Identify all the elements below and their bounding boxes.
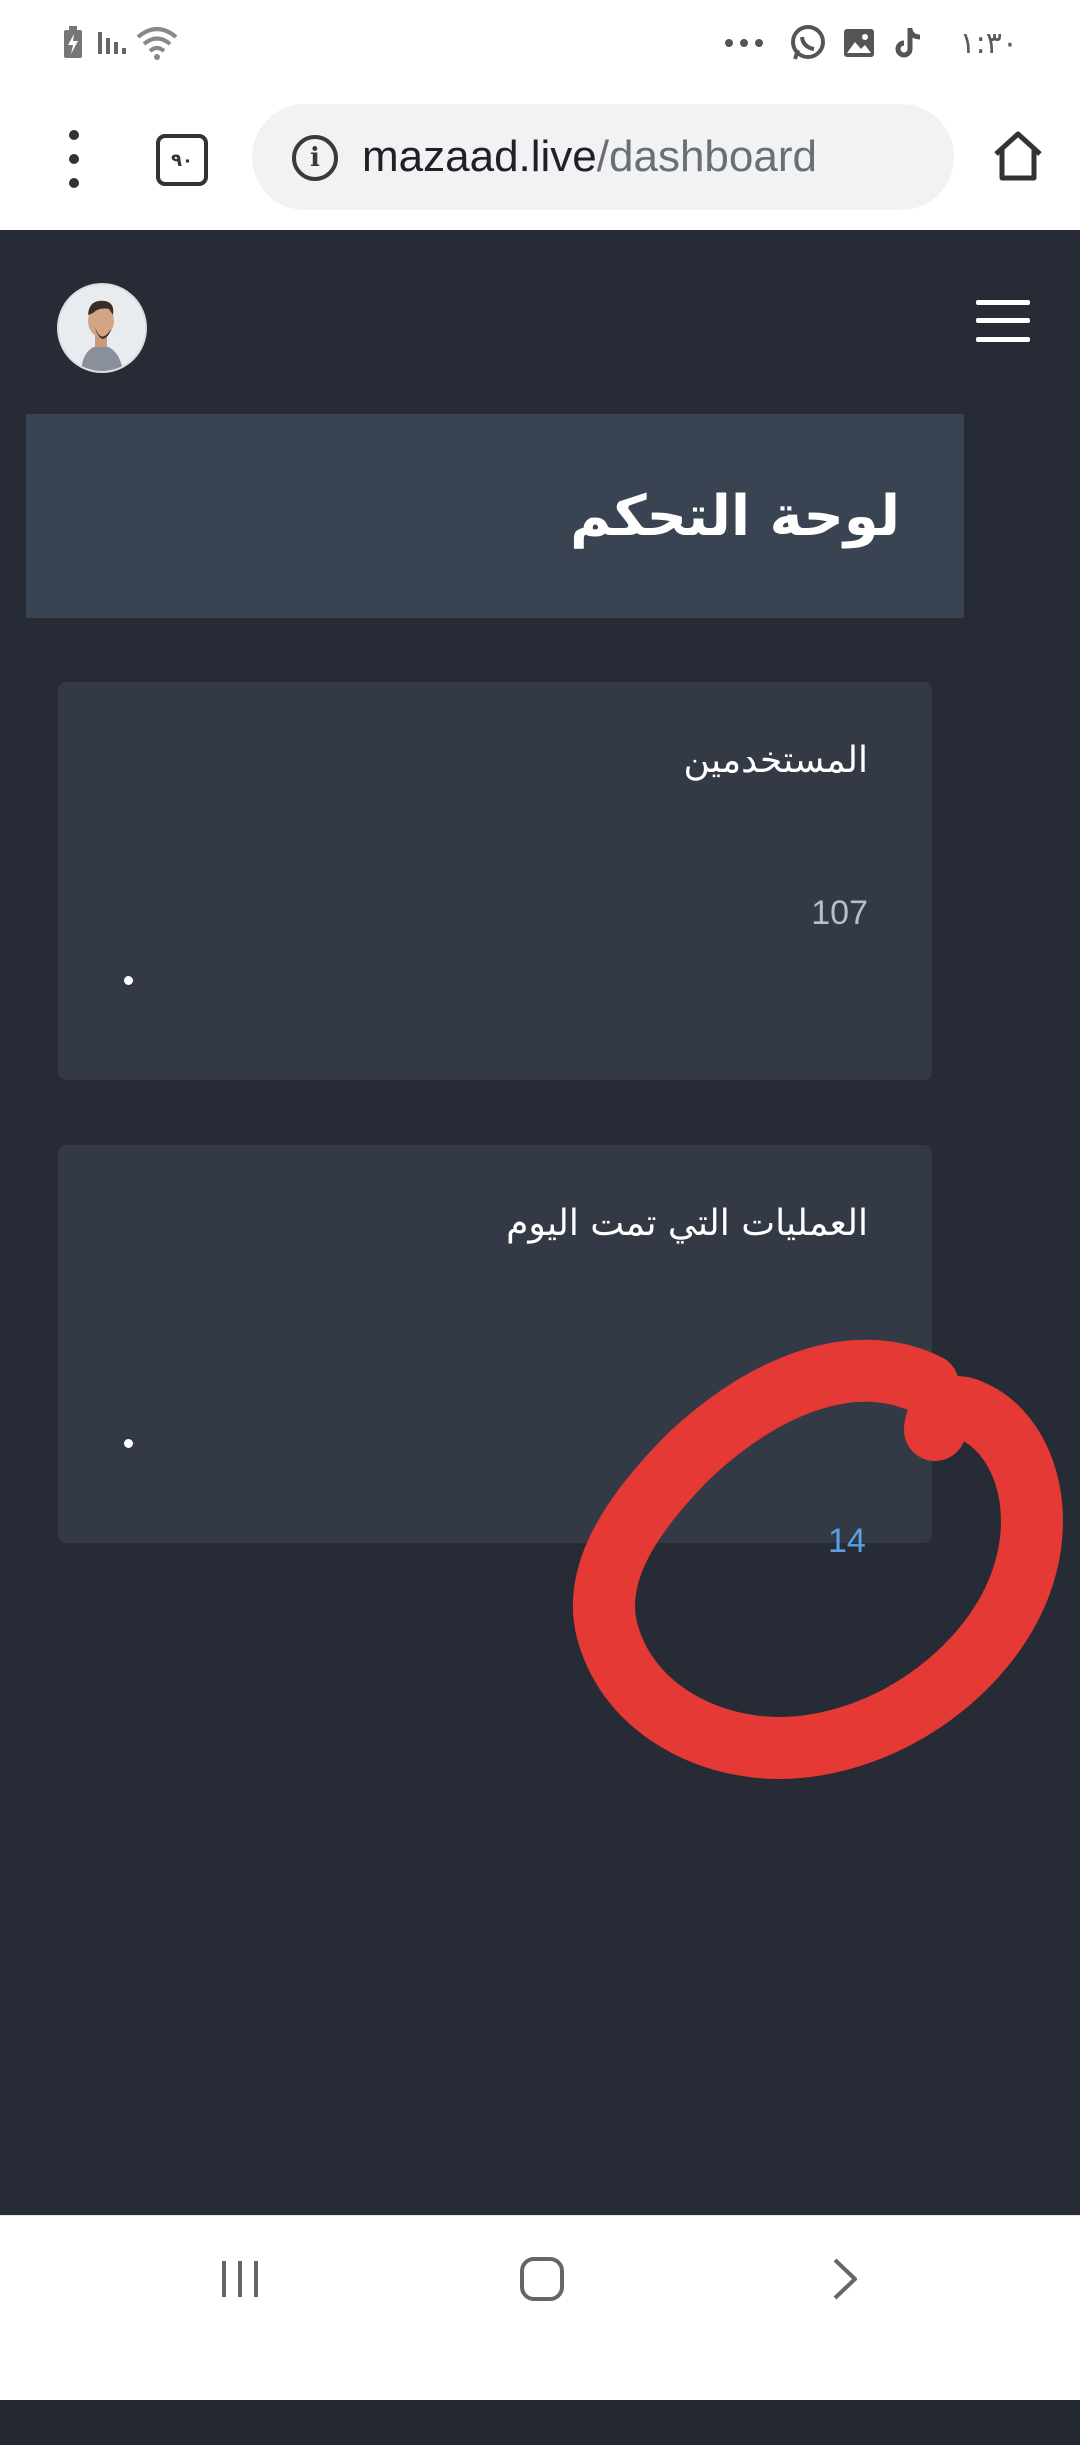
tiktok-icon [894, 0, 924, 86]
url-text[interactable]: mazaad.live/dashboard [362, 104, 817, 210]
back-icon[interactable] [809, 2246, 879, 2312]
tab-count: ٩٠ [171, 149, 193, 171]
hamburger-menu-icon[interactable] [976, 300, 1030, 342]
app-footer [0, 2400, 1080, 2445]
home-nav-icon[interactable] [507, 2246, 577, 2312]
users-card-title: المستخدمين [683, 740, 868, 781]
battery-charging-icon [62, 0, 84, 86]
dashboard-app: لوحة التحكم المستخدمين 107 العمليات التي… [0, 230, 1080, 2445]
browser-toolbar: ٩٠ i mazaad.live/dashboard [0, 86, 1080, 230]
tabs-icon[interactable]: ٩٠ [156, 134, 208, 186]
operations-card-title: العمليات التي تمت اليوم [506, 1203, 868, 1244]
status-time: ١:٣٠ [959, 25, 1018, 61]
signal-icon [96, 0, 130, 86]
android-nav-bar [0, 2215, 1080, 2341]
url-host: mazaad.live [362, 132, 597, 181]
url-bar[interactable]: i mazaad.live/dashboard [252, 104, 954, 210]
home-icon[interactable] [990, 128, 1046, 184]
bullet-dot [124, 1439, 133, 1448]
operations-card: العمليات التي تمت اليوم [58, 1145, 932, 1543]
status-bar: ١:٣٠ [0, 0, 1080, 86]
avatar[interactable] [57, 283, 147, 373]
more-dots-icon [724, 0, 764, 86]
whatsapp-icon [788, 0, 828, 86]
menu-kebab-icon[interactable] [52, 124, 98, 194]
operations-card-value: 14 [828, 1522, 866, 1560]
recents-icon[interactable] [205, 2246, 275, 2312]
page-header: لوحة التحكم [26, 414, 964, 618]
url-path: /dashboard [596, 132, 817, 181]
bullet-dot [124, 976, 133, 985]
wifi-icon [134, 0, 180, 86]
page-title: لوحة التحكم [570, 483, 900, 549]
users-card-value: 107 [811, 894, 868, 932]
users-card: المستخدمين 107 [58, 682, 932, 1080]
gallery-icon [842, 0, 876, 86]
info-icon[interactable]: i [292, 135, 338, 181]
